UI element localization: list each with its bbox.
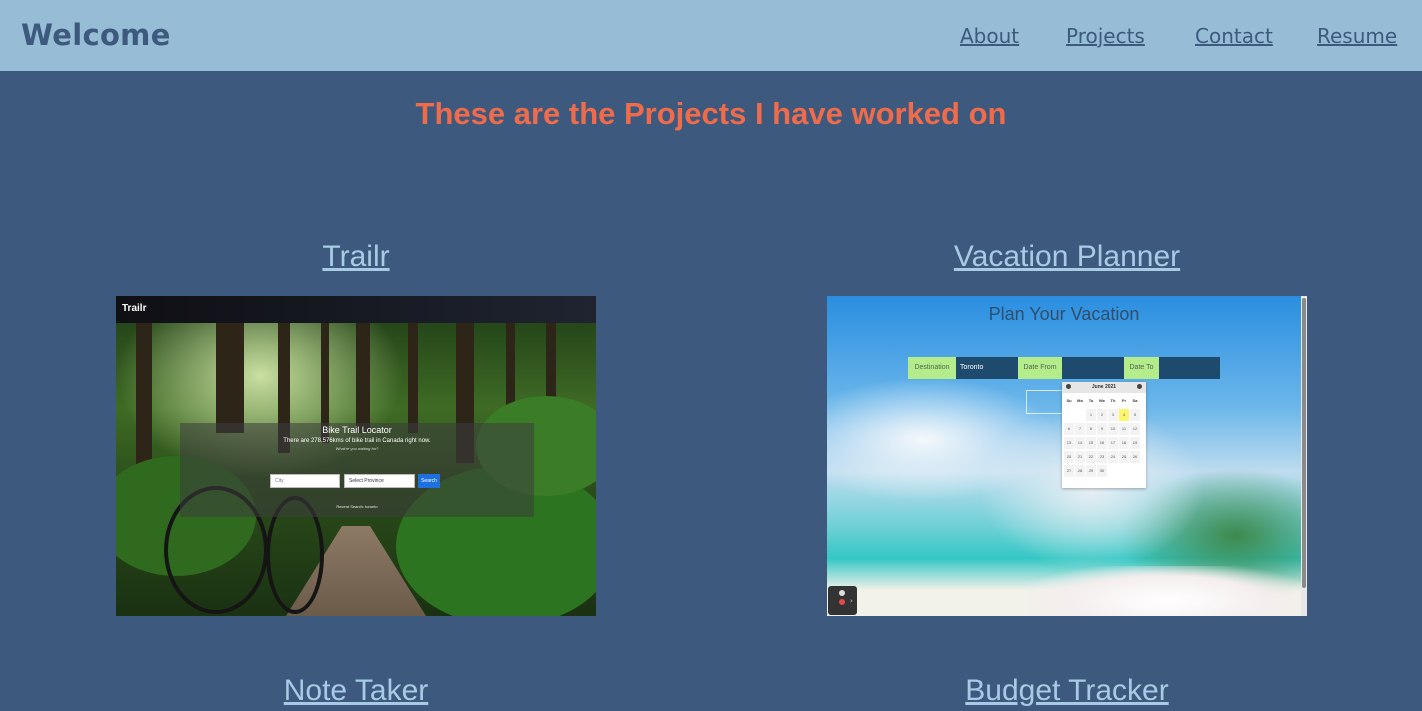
city-input[interactable]: City <box>270 474 340 488</box>
page-heading: These are the Projects I have worked on <box>415 96 1007 131</box>
vacation-planner-screenshot[interactable]: Plan Your Vacation Destination Toronto D… <box>827 296 1307 616</box>
beach-sand <box>1027 566 1307 616</box>
vacation-form-row: Destination Toronto Date From Date To <box>908 357 1220 379</box>
trailr-tagline: What're you waiting for? <box>335 446 379 451</box>
calendar-day[interactable]: 26 <box>1130 451 1140 463</box>
trailr-app-name: Trailr <box>122 303 147 314</box>
trailr-search-panel: Bike Trail Locator There are 278,576kms … <box>180 423 534 517</box>
chevron-right-icon[interactable]: › <box>850 597 853 605</box>
vacation-heading: Plan Your Vacation <box>988 304 1140 324</box>
record-icon[interactable] <box>839 599 845 605</box>
calendar-day[interactable]: 6 <box>1064 423 1074 435</box>
calendar-weekday: Fr <box>1122 398 1126 403</box>
calendar-day[interactable]: 28 <box>1075 465 1085 477</box>
trailr-heading: Bike Trail Locator <box>322 425 392 435</box>
calendar-day[interactable]: 17 <box>1108 437 1118 449</box>
nav-link-contact[interactable]: Contact <box>1195 24 1273 48</box>
tree-trunk <box>216 323 244 433</box>
calendar-day[interactable]: 8 <box>1086 423 1096 435</box>
calendar-weekday: Sa <box>1132 398 1138 403</box>
calendar-day[interactable]: 29 <box>1086 465 1096 477</box>
calendar-day[interactable]: 23 <box>1097 451 1107 463</box>
project-title-trailr[interactable]: Trailr <box>116 240 596 274</box>
calendar-month: June 2021 <box>1062 382 1146 393</box>
province-select[interactable]: Select Province <box>344 474 415 488</box>
recorder-widget[interactable]: › <box>828 586 857 615</box>
calendar-day[interactable]: 25 <box>1119 451 1129 463</box>
date-from-label: Date From <box>1018 357 1062 379</box>
project-title-budget-tracker[interactable]: Budget Tracker <box>827 674 1307 708</box>
calendar-day[interactable]: 2 <box>1097 409 1107 421</box>
calendar-day[interactable]: 20 <box>1064 451 1074 463</box>
calendar-day[interactable]: 27 <box>1064 465 1074 477</box>
calendar-day[interactable]: 24 <box>1108 451 1118 463</box>
calendar-day[interactable]: 12 <box>1130 423 1140 435</box>
calendar-day[interactable]: 11 <box>1119 423 1129 435</box>
calendar-day[interactable]: 16 <box>1097 437 1107 449</box>
calendar-day[interactable]: 19 <box>1130 437 1140 449</box>
calendar-weekday: Su <box>1066 398 1072 403</box>
calendar-day[interactable]: 10 <box>1108 423 1118 435</box>
calendar-day[interactable]: 21 <box>1075 451 1085 463</box>
calendar-day[interactable]: 1 <box>1086 409 1096 421</box>
calendar-day[interactable]: 13 <box>1064 437 1074 449</box>
prev-month-icon[interactable] <box>1066 384 1071 389</box>
destination-label: Destination <box>908 357 956 379</box>
calendar-day[interactable]: 4 <box>1119 409 1129 421</box>
trailr-topbar: Trailr <box>116 296 596 323</box>
destination-field[interactable]: Toronto <box>956 357 1018 379</box>
scrollbar <box>1301 296 1307 616</box>
tree-trunk <box>356 323 370 433</box>
tree-trunk <box>136 323 152 473</box>
project-title-note-taker[interactable]: Note Taker <box>116 674 596 708</box>
calendar-day[interactable]: 14 <box>1075 437 1085 449</box>
trailr-screenshot[interactable]: Trailr Bike Trail Locator There are 278,… <box>116 296 596 616</box>
date-to-field[interactable] <box>1159 357 1220 379</box>
tree-trunk <box>408 323 418 433</box>
calendar-day[interactable]: 18 <box>1119 437 1129 449</box>
calendar-day[interactable]: 22 <box>1086 451 1096 463</box>
brand-title[interactable]: Welcome <box>21 18 171 52</box>
date-to-label: Date To <box>1124 357 1159 379</box>
calendar-day[interactable]: 5 <box>1130 409 1140 421</box>
date-picker[interactable]: June 2021 Su Mo Tu We Th Fr Sa 1 2 3 4 5 6 7 8 9 10 11 12 1… <box>1062 382 1146 488</box>
date-from-field[interactable] <box>1062 357 1124 379</box>
calendar-day[interactable]: 3 <box>1108 409 1118 421</box>
nav-link-resume[interactable]: Resume <box>1317 24 1397 48</box>
calendar-day[interactable]: 15 <box>1086 437 1096 449</box>
next-month-icon[interactable] <box>1137 384 1142 389</box>
calendar-day[interactable]: 7 <box>1075 423 1085 435</box>
search-button[interactable]: Search <box>418 474 440 488</box>
calendar-weekday: Th <box>1110 398 1116 403</box>
calendar-day[interactable]: 9 <box>1097 423 1107 435</box>
calendar-day[interactable]: 30 <box>1097 465 1107 477</box>
recent-search: Recent Search: toronto <box>336 504 378 509</box>
calendar-weekday: Tu <box>1088 398 1094 403</box>
record-settings-icon[interactable] <box>839 590 845 596</box>
nav-link-projects[interactable]: Projects <box>1066 24 1145 48</box>
submit-button[interactable] <box>1026 390 1064 414</box>
calendar-weekday: Mo <box>1077 398 1083 403</box>
nav-link-about[interactable]: About <box>960 24 1019 48</box>
project-title-vacation-planner[interactable]: Vacation Planner <box>827 240 1307 274</box>
navbar: Welcome About Projects Contact Resume <box>0 0 1422 71</box>
calendar-weekday: We <box>1099 398 1105 403</box>
trailr-subheading: There are 278,576kms of bike trail in Ca… <box>283 438 431 444</box>
